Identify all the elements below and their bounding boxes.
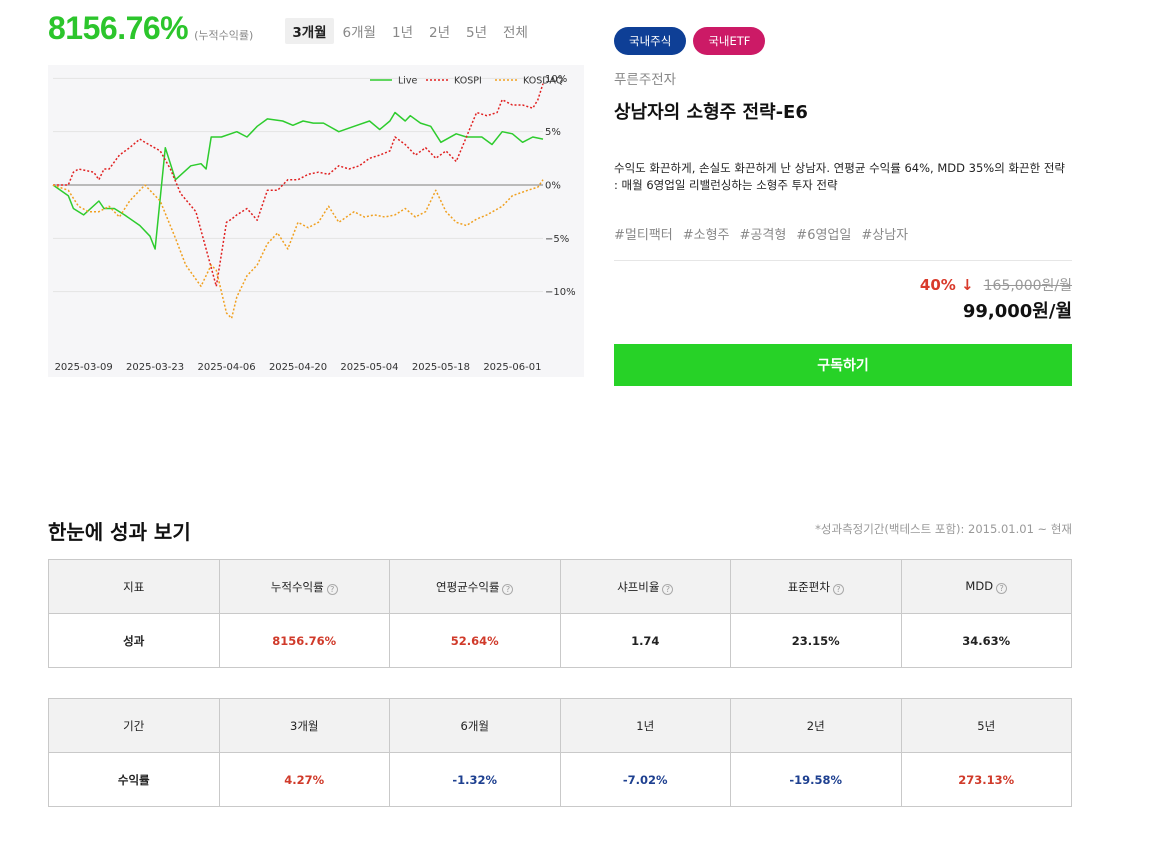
period-tab-2y[interactable]: 2년 <box>422 18 457 44</box>
x-tick-label: 2025-05-18 <box>412 362 470 373</box>
row-label: 성과 <box>48 613 220 668</box>
strategy-description: 수익도 화끈하게, 손실도 화끈하게 난 상남자. 연평균 수익률 64%, M… <box>614 161 1065 192</box>
hashtag[interactable]: #멀티팩터 <box>614 224 673 243</box>
hashtag-list: #멀티팩터 #소형주 #공격형 #6영업일 #상남자 <box>614 224 1072 243</box>
value-annual-return: 52.64% <box>389 613 561 668</box>
y-tick-label: −5% <box>545 234 569 245</box>
value-std-dev: 23.15% <box>730 613 902 668</box>
performance-header: 8156.76% (누적수익률) 3개월 6개월 1년 2년 5년 전체 <box>48 10 584 52</box>
header-sharpe-ratio: 샤프비율? <box>559 559 731 614</box>
price-block: 40% ↓ 165,000원/월 99,000원/월 <box>614 275 1072 323</box>
series-line-live <box>52 111 544 250</box>
discount-rate: 40% ↓ <box>920 276 974 294</box>
value-sharpe-ratio: 1.74 <box>559 613 731 668</box>
header-std-dev: 표준편차? <box>730 559 902 614</box>
strategy-title: 상남자의 소형주 전략-E6 <box>614 102 808 123</box>
metrics-table: 지표 누적수익률? 연평균수익률? 샤프비율? 표준편차? MDD? 성과 81… <box>48 559 1072 668</box>
period-tab-6m[interactable]: 6개월 <box>336 18 383 44</box>
section-title: 한눈에 성과 보기 <box>48 520 191 544</box>
hashtag[interactable]: #상남자 <box>861 224 908 243</box>
value-mdd: 34.63% <box>900 613 1072 668</box>
tag-domestic-stock[interactable]: 국내주식 <box>614 27 687 55</box>
help-icon[interactable]: ? <box>832 583 844 595</box>
period-tab-all[interactable]: 전체 <box>496 18 535 44</box>
header-5y: 5년 <box>900 698 1072 753</box>
header-mdd: MDD? <box>900 559 1072 614</box>
period-tab-1y[interactable]: 1년 <box>385 18 420 44</box>
header-label: 샤프비율 <box>617 579 660 594</box>
header-metric: 지표 <box>48 559 220 614</box>
company-name: 푸른주전자 <box>614 72 677 88</box>
row-label: 수익률 <box>48 752 220 807</box>
measurement-period-note: *성과측정기간(백테스트 포함): 2015.01.01 ~ 현재 <box>815 522 1072 536</box>
hashtag[interactable]: #소형주 <box>683 224 730 243</box>
tag-domestic-etf[interactable]: 국내ETF <box>693 27 766 55</box>
down-arrow-icon: ↓ <box>961 276 974 294</box>
help-icon[interactable]: ? <box>326 583 338 595</box>
period-tab-5y[interactable]: 5년 <box>459 18 494 44</box>
series-line-kosdaq <box>52 179 544 320</box>
final-price: 99,000원/월 <box>962 301 1072 322</box>
header-1y: 1년 <box>559 698 731 753</box>
market-tags: 국내주식 국내ETF <box>614 27 1072 55</box>
header-label: 지표 <box>123 579 145 594</box>
y-tick-label: −10% <box>545 287 576 298</box>
table-row: 수익률 4.27% -1.32% -7.02% -19.58% 273.13% <box>48 752 1072 807</box>
legend-label: KOSPI <box>454 76 482 87</box>
header-cumulative-return: 누적수익률? <box>218 559 390 614</box>
header-label: 누적수익률 <box>270 579 324 594</box>
cumulative-return-label: (누적수익률) <box>194 29 254 42</box>
help-icon[interactable]: ? <box>502 583 514 595</box>
header-label: 표준편차 <box>787 579 830 594</box>
legend-label: KOSDAQ <box>523 76 563 87</box>
header-label: MDD <box>965 579 994 593</box>
header-annual-return: 연평균수익률? <box>389 559 561 614</box>
original-price: 165,000원/월 <box>983 278 1072 294</box>
x-tick-label: 2025-06-01 <box>483 362 541 373</box>
table-row: 성과 8156.76% 52.64% 1.74 23.15% 34.63% <box>48 613 1072 668</box>
period-tab-3m[interactable]: 3개월 <box>285 18 334 44</box>
period-tabs: 3개월 6개월 1년 2년 5년 전체 <box>285 18 535 44</box>
table-header-row: 기간 3개월 6개월 1년 2년 5년 <box>48 698 1072 753</box>
value-1y: -7.02% <box>559 752 731 807</box>
table-header-row: 지표 누적수익률? 연평균수익률? 샤프비율? 표준편차? MDD? <box>48 559 1072 614</box>
header-6m: 6개월 <box>389 698 561 753</box>
strategy-panel: 국내주식 국내ETF 푸른주전자 상남자의 소형주 전략-E6 수익도 화끈하게… <box>614 27 1072 386</box>
y-tick-label: 5% <box>545 127 561 138</box>
cumulative-return-value: 8156.76% <box>48 10 189 46</box>
subscribe-button[interactable]: 구독하기 <box>614 344 1072 386</box>
header-label: 연평균수익률 <box>436 579 500 594</box>
x-tick-label: 2025-05-04 <box>340 362 398 373</box>
x-tick-label: 2025-03-23 <box>126 362 184 373</box>
header-2y: 2년 <box>730 698 902 753</box>
hashtag[interactable]: #6영업일 <box>796 224 851 243</box>
value-5y: 273.13% <box>900 752 1072 807</box>
legend-label: Live <box>398 76 418 87</box>
help-icon[interactable]: ? <box>662 583 674 595</box>
return-chart: 10% 5% 0% −5% −10% 2025-03-09 2025-03-23 2025-0… <box>48 65 584 377</box>
value-3m: 4.27% <box>218 752 390 807</box>
x-tick-label: 2025-03-09 <box>55 362 113 373</box>
help-icon[interactable]: ? <box>996 583 1008 594</box>
discount-percent: 40% <box>919 276 956 294</box>
value-6m: -1.32% <box>389 752 561 807</box>
value-2y: -19.58% <box>730 752 902 807</box>
header-3m: 3개월 <box>218 698 390 753</box>
period-return-table: 기간 3개월 6개월 1년 2년 5년 수익률 4.27% -1.32% -7.… <box>48 698 1072 807</box>
return-chart-svg: 10%5%0%−5%−10%2025-03-09 2025-03-23 2025-0… <box>52 74 576 373</box>
x-tick-label: 2025-04-06 <box>197 362 255 373</box>
value-cumulative-return: 8156.76% <box>218 613 390 668</box>
hashtag[interactable]: #공격형 <box>740 224 787 243</box>
y-tick-label: 0% <box>545 181 561 192</box>
header-period: 기간 <box>48 698 220 753</box>
divider <box>614 260 1072 261</box>
x-tick-label: 2025-04-20 <box>269 362 327 373</box>
